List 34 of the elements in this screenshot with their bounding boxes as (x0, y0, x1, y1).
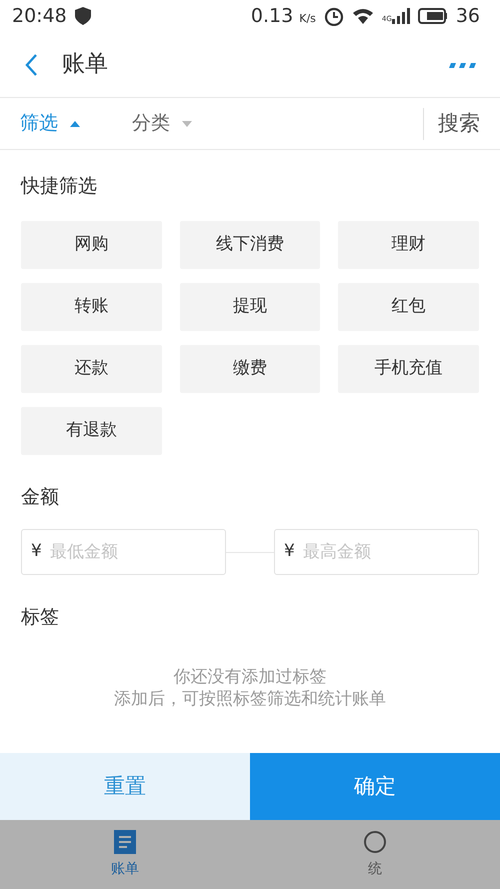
filter-chip[interactable]: 手机充值 (338, 344, 479, 392)
filter-tab[interactable]: 分类 (132, 109, 244, 138)
circle-icon (363, 829, 387, 855)
battery-level: 36 (456, 4, 480, 29)
filter-chip[interactable]: 网购 (21, 220, 162, 268)
section-title: 快捷筛选 (20, 174, 98, 199)
status-time: 20:48 (12, 4, 67, 29)
back-button[interactable] (24, 52, 38, 77)
page-title: 账单 (62, 50, 108, 80)
filter-chip[interactable]: 线下消费 (180, 220, 320, 268)
filter-chip[interactable]: 缴费 (180, 344, 320, 392)
more-icon (448, 61, 476, 70)
empty-message: 你还没有添加过标签 添加后，可按照标签筛选和统计账单 (113, 666, 387, 710)
caret-down-icon (182, 121, 192, 128)
currency-symbol: ¥ (284, 541, 295, 562)
network-speed: 0.13 K/s (250, 4, 316, 29)
signal-icon (392, 8, 410, 24)
wifi-icon (352, 7, 374, 25)
filter-chip[interactable]: 红包 (338, 282, 479, 330)
filter-chip[interactable]: 提现 (180, 282, 320, 330)
filter-chip[interactable]: 还款 (21, 344, 162, 392)
section-title: 金额 (20, 484, 60, 510)
section-title: 标签 (20, 605, 60, 630)
battery-icon (418, 8, 448, 24)
filter-chip[interactable]: 转账 (21, 282, 162, 330)
filter-tab[interactable]: 筛选 (20, 109, 132, 138)
caret-up-icon (70, 121, 80, 128)
shield-icon (74, 7, 91, 25)
list-icon (113, 829, 137, 855)
search-button[interactable]: 搜索 (423, 108, 500, 140)
currency-symbol: ¥ (31, 541, 42, 562)
filter-chip[interactable]: 有退款 (21, 406, 162, 454)
alarm-clock-icon (324, 6, 344, 26)
filter-chip[interactable]: 理财 (338, 220, 479, 268)
